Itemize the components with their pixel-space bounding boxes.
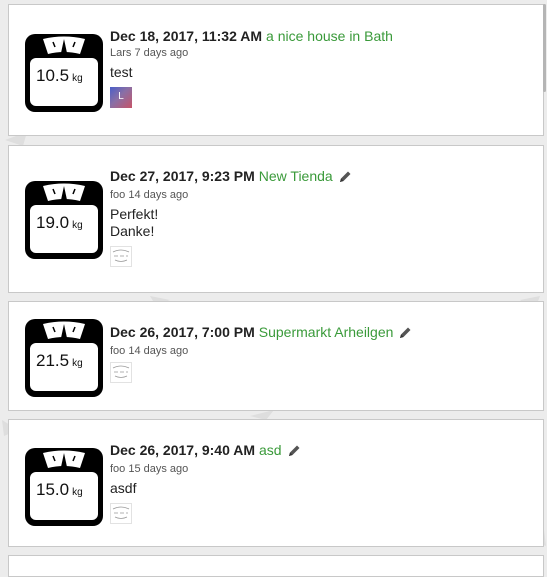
edit-pencil-icon[interactable]	[339, 169, 352, 187]
edit-pencil-icon[interactable]	[288, 443, 301, 461]
entry-place-link[interactable]: Supermarkt Arheilgen	[259, 324, 394, 340]
sketch-thumbnail[interactable]	[110, 503, 132, 524]
entry-card[interactable]: 21.5 kg Dec 26, 2017, 7:00 PM Supermarkt A…	[8, 301, 544, 411]
weight-reading: 19.0 kg	[36, 213, 94, 236]
entry-datetime: Dec 27, 2017, 9:23 PM	[110, 168, 255, 184]
avatar-letter: L	[118, 91, 124, 102]
entry-place-link[interactable]: a nice house in Bath	[266, 28, 393, 44]
entry-card[interactable]: 15.0 kg Dec 26, 2017, 9:40 AM asd foo 15 d…	[8, 419, 544, 547]
entry-author-line: Lars 7 days ago	[110, 47, 189, 59]
scale-badge: 10.5 kg	[24, 33, 104, 113]
entry-body: Dec 26, 2017, 7:00 PM Supermarkt Arheilge…	[110, 323, 533, 383]
entry-datetime: Dec 26, 2017, 9:40 AM	[110, 442, 256, 458]
sketch-thumbnail[interactable]	[110, 246, 132, 267]
entry-card[interactable]: 10.5 kg Dec 18, 2017, 11:32 AM a nice hous…	[8, 4, 544, 136]
entry-note: Perfekt! Danke!	[110, 206, 159, 239]
entry-author-line: foo 15 days ago	[110, 463, 189, 475]
entry-body: Dec 18, 2017, 11:32 AM a nice house in Ba…	[110, 27, 533, 108]
weight-value: 19.0	[36, 213, 70, 232]
weight-unit: kg	[72, 220, 83, 231]
entry-place-link[interactable]: asd	[259, 442, 282, 458]
edit-pencil-icon[interactable]	[399, 325, 412, 343]
weight-reading: 21.5 kg	[36, 351, 94, 374]
weight-unit: kg	[72, 73, 83, 84]
weight-reading: 15.0 kg	[36, 480, 94, 503]
sketch-thumbnail[interactable]	[110, 362, 132, 383]
entry-body: Dec 26, 2017, 9:40 AM asd foo 15 days ago…	[110, 441, 533, 524]
scale-badge: 19.0 kg	[24, 180, 104, 260]
entry-header: Dec 27, 2017, 9:23 PM New Tienda	[110, 167, 533, 187]
scale-badge: 21.5 kg	[24, 318, 104, 398]
entry-card[interactable]: 19.0 kg Dec 27, 2017, 9:23 PM New Tienda f…	[8, 145, 544, 293]
scrollbar-thumb[interactable]	[543, 4, 546, 92]
entry-note: asdf	[110, 480, 137, 496]
entry-place-link[interactable]: New Tienda	[259, 168, 333, 184]
weight-reading: 10.5 kg	[36, 66, 94, 89]
entry-datetime: Dec 26, 2017, 7:00 PM	[110, 324, 255, 340]
scale-badge: 15.0 kg	[24, 447, 104, 527]
user-avatar[interactable]: L	[110, 87, 132, 108]
weight-unit: kg	[72, 358, 83, 369]
entry-card[interactable]	[8, 555, 544, 577]
entry-header: Dec 18, 2017, 11:32 AM a nice house in Ba…	[110, 27, 533, 45]
entry-header: Dec 26, 2017, 7:00 PM Supermarkt Arheilge…	[110, 323, 533, 343]
entry-author-line: foo 14 days ago	[110, 189, 189, 201]
weight-value: 21.5	[36, 351, 70, 370]
weight-value: 10.5	[36, 66, 70, 85]
entry-body: Dec 27, 2017, 9:23 PM New Tienda foo 14 d…	[110, 167, 533, 267]
weight-value: 15.0	[36, 480, 70, 499]
entry-header: Dec 26, 2017, 9:40 AM asd	[110, 441, 533, 461]
entry-note: test	[110, 64, 133, 80]
entry-datetime: Dec 18, 2017, 11:32 AM	[110, 28, 263, 44]
weight-unit: kg	[72, 487, 83, 498]
entry-author-line: foo 14 days ago	[110, 345, 189, 357]
